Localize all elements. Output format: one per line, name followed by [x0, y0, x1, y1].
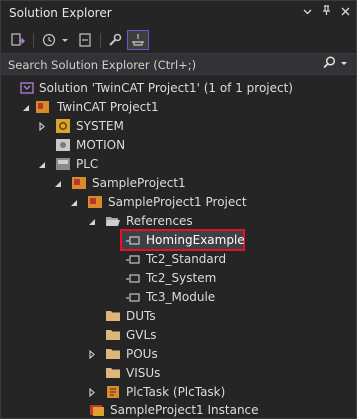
open-folder-icon — [105, 213, 121, 229]
expanded-arrow-icon[interactable] — [69, 193, 79, 212]
folder-icon — [105, 327, 121, 343]
search-button[interactable] — [323, 56, 348, 69]
expanded-arrow-icon[interactable] — [21, 98, 31, 117]
library-reference-icon — [125, 232, 141, 248]
collapsed-arrow-icon[interactable] — [87, 345, 97, 364]
instance-icon — [89, 402, 105, 418]
chevron-down-icon[interactable] — [302, 5, 312, 19]
expanded-arrow-icon[interactable] — [87, 212, 97, 231]
title-icons — [302, 5, 350, 19]
tree-item-references[interactable]: References — [1, 212, 356, 231]
library-reference-icon — [125, 289, 141, 305]
expanded-arrow-icon[interactable] — [53, 174, 63, 193]
motion-icon — [55, 137, 71, 153]
search-options-dropdown-icon — [341, 61, 347, 65]
preview-selected-icon[interactable] — [127, 30, 149, 50]
tree-item-label: References — [126, 214, 193, 228]
plc-project-icon — [71, 175, 87, 191]
library-reference-icon — [125, 270, 141, 286]
tree-item-gvls[interactable]: GVLs — [1, 326, 356, 345]
tree-item-label: SampleProject1 Instance — [110, 403, 259, 417]
system-gear-icon — [55, 118, 71, 134]
explorer-toolbar — [1, 27, 356, 53]
solution-icon — [19, 80, 35, 96]
collapse-all-icon[interactable] — [75, 30, 95, 50]
tree-item-label: VISUs — [126, 366, 161, 380]
expanded-arrow-icon[interactable] — [37, 155, 47, 174]
search-input[interactable] — [1, 54, 330, 76]
switch-views-icon[interactable] — [8, 30, 28, 50]
plc-icon — [55, 156, 71, 172]
tree-item-project[interactable]: TwinCAT Project1 — [1, 98, 356, 117]
library-reference-icon — [125, 251, 141, 267]
tree-item-label: Tc3_Module — [146, 290, 216, 304]
tree-item-label: PLC — [76, 157, 99, 171]
tree-item-label: SYSTEM — [76, 119, 124, 133]
tree-item-sample-project-project[interactable]: SampleProject1 Project — [1, 193, 356, 212]
tree-item-label: MOTION — [76, 138, 126, 152]
tree-item-label: TwinCAT Project1 — [57, 100, 159, 114]
task-icon — [105, 384, 121, 400]
collapsed-arrow-icon[interactable] — [37, 117, 47, 136]
tree-item-label: HomingExample — [146, 233, 245, 247]
tree-item-plc[interactable]: PLC — [1, 155, 356, 174]
tree-item-tc3-module[interactable]: Tc3_Module — [1, 288, 356, 307]
solution-explorer-panel: Solution Explorer Search Solution Explor… — [0, 0, 357, 419]
collapsed-arrow-icon[interactable] — [87, 383, 97, 402]
tree-item-instance[interactable]: SampleProject1 Instance — [1, 401, 356, 419]
tree-item-plc-task[interactable]: PlcTask (PlcTask) — [1, 383, 356, 402]
tree-item-label: Tc2_System — [146, 271, 217, 285]
tree-item-motion[interactable]: MOTION — [1, 136, 356, 155]
twincat-project-icon — [35, 99, 51, 115]
pin-icon[interactable] — [321, 5, 331, 19]
tree-item-homing-example[interactable]: HomingExample — [1, 231, 356, 250]
tree-item-tc2-standard[interactable]: Tc2_Standard — [1, 250, 356, 269]
panel-titlebar: Solution Explorer — [1, 1, 356, 27]
toolbar-separator — [33, 33, 34, 48]
tree-item-label: Solution 'TwinCAT Project1' (1 of 1 proj… — [39, 81, 293, 95]
tree-item-label: SampleProject1 Project — [108, 195, 247, 209]
toolbar-separator — [100, 33, 101, 48]
tree-item-duts[interactable]: DUTs — [1, 307, 356, 326]
close-icon[interactable] — [340, 5, 350, 19]
tree-item-sample-project[interactable]: SampleProject1 — [1, 174, 356, 193]
tree-item-label: Tc2_Standard — [146, 252, 227, 266]
folder-icon — [105, 346, 121, 362]
history-icon[interactable] — [39, 30, 59, 50]
tree-item-solution[interactable]: Solution 'TwinCAT Project1' (1 of 1 proj… — [1, 79, 356, 98]
folder-icon — [105, 365, 121, 381]
panel-title: Solution Explorer — [9, 6, 112, 20]
tree-item-label: PlcTask (PlcTask) — [126, 385, 226, 399]
search-bar — [1, 53, 356, 76]
history-dropdown-icon[interactable] — [60, 30, 70, 50]
search-icon — [323, 56, 336, 69]
tree-item-pous[interactable]: POUs — [1, 345, 356, 364]
tree-item-system[interactable]: SYSTEM — [1, 117, 356, 136]
tree-item-label: POUs — [126, 347, 158, 361]
folder-icon — [105, 308, 121, 324]
tree-item-label: SampleProject1 — [92, 176, 186, 190]
plc-project-icon — [87, 194, 103, 210]
tree-item-label: GVLs — [126, 328, 157, 342]
tree-item-tc2-system[interactable]: Tc2_System — [1, 269, 356, 288]
tree-item-visus[interactable]: VISUs — [1, 364, 356, 383]
properties-wrench-icon[interactable] — [105, 30, 125, 50]
tree-item-label: DUTs — [126, 309, 156, 323]
